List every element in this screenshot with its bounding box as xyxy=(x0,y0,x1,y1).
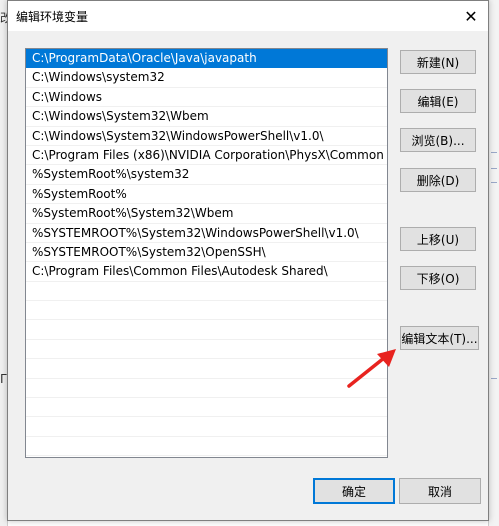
title-bar: 编辑环境变量 ✕ xyxy=(8,1,488,31)
path-list-item[interactable]: C:\Windows\System32\Wbem xyxy=(26,107,387,127)
browse-button[interactable]: 浏览(B)... xyxy=(400,128,476,152)
red-arrow-icon xyxy=(347,349,396,388)
move-up-button[interactable]: 上移(U) xyxy=(400,227,476,251)
path-list-empty-row xyxy=(26,437,387,457)
path-list-empty-row xyxy=(26,379,387,399)
close-button[interactable]: ✕ xyxy=(454,1,488,31)
path-list-empty-row xyxy=(26,359,387,379)
path-list-empty-row xyxy=(26,282,387,302)
path-list-item[interactable]: C:\ProgramData\Oracle\Java\javapath xyxy=(26,49,387,69)
path-list-item[interactable]: C:\Windows\system32 xyxy=(26,68,387,88)
background-line xyxy=(491,152,497,153)
path-list-empty-row xyxy=(26,301,387,321)
background-line xyxy=(491,182,497,183)
path-list-item[interactable]: %SystemRoot%\system32 xyxy=(26,165,387,185)
path-list-empty-row xyxy=(26,340,387,360)
dialog-title: 编辑环境变量 xyxy=(16,10,89,24)
path-list-item[interactable]: %SYSTEMROOT%\System32\OpenSSH\ xyxy=(26,243,387,263)
path-list-empty-row xyxy=(26,398,387,418)
close-icon: ✕ xyxy=(464,6,478,26)
edit-text-button[interactable]: 编辑文本(T)... xyxy=(400,326,479,350)
delete-button[interactable]: 删除(D) xyxy=(400,168,476,192)
ok-button[interactable]: 确定 xyxy=(313,478,395,504)
edit-button[interactable]: 编辑(E) xyxy=(400,89,476,113)
path-list-item[interactable]: C:\Program Files (x86)\NVIDIA Corporatio… xyxy=(26,146,387,166)
path-list-empty-row xyxy=(26,417,387,437)
move-down-button[interactable]: 下移(O) xyxy=(400,266,476,290)
path-list-empty-row xyxy=(26,320,387,340)
path-list-item[interactable]: %SYSTEMROOT%\System32\WindowsPowerShell\… xyxy=(26,224,387,243)
background-line xyxy=(491,378,497,379)
path-list-item[interactable]: C:\Windows xyxy=(26,88,387,108)
cancel-button[interactable]: 取消 xyxy=(399,478,481,504)
new-button[interactable]: 新建(N) xyxy=(400,50,476,74)
path-list-item[interactable]: %SystemRoot% xyxy=(26,185,387,205)
path-list-item[interactable]: %SystemRoot%\System32\Wbem xyxy=(26,204,387,224)
path-list-item[interactable]: C:\Program Files\Common Files\Autodesk S… xyxy=(26,262,387,282)
background-line xyxy=(491,168,497,169)
path-list[interactable]: C:\ProgramData\Oracle\Java\javapath C:\Wi… xyxy=(25,48,388,458)
edit-environment-variable-dialog: 编辑环境变量 ✕ C:\ProgramData\Oracle\Java\java… xyxy=(7,0,489,521)
path-list-item[interactable]: C:\Windows\System32\WindowsPowerShell\v1… xyxy=(26,127,387,146)
background-window-right xyxy=(488,0,499,526)
